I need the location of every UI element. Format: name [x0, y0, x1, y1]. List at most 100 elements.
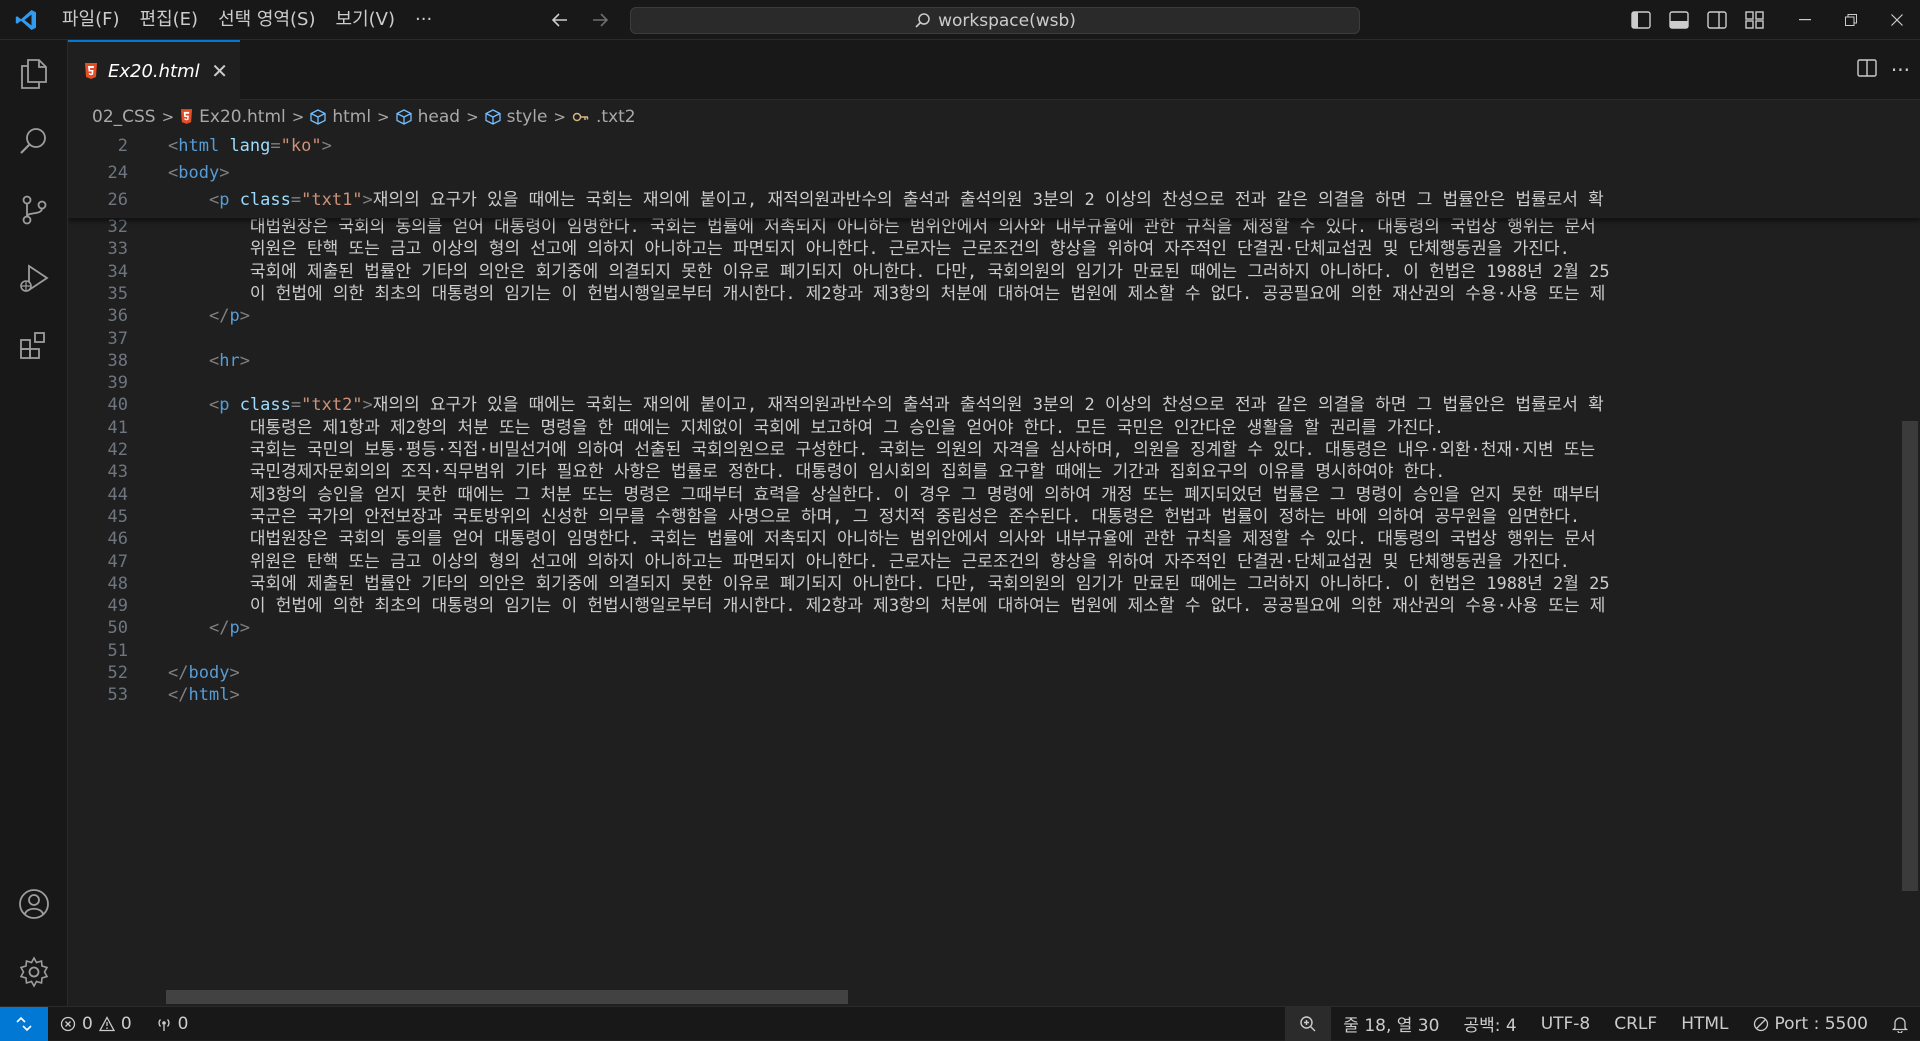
code-token: 이 헌법에 의한 최초의 대통령의 임기는 이 헌법시행일로부터 개시한다. 제… — [168, 283, 1606, 304]
code-line[interactable]: </p> — [168, 617, 250, 639]
minimize-icon[interactable] — [1782, 0, 1828, 40]
line-number: 50 — [107, 618, 128, 639]
explorer-icon[interactable] — [0, 40, 68, 108]
menu-edit[interactable]: 편집(E) — [130, 0, 209, 40]
restore-icon[interactable] — [1828, 0, 1874, 40]
line-number: 44 — [107, 484, 128, 505]
code-line[interactable]: 국회에 제출된 법률안 기타의 의안은 회기중에 의결되지 못한 이유로 폐기되… — [168, 573, 1610, 595]
code-line[interactable]: <p class="txt1">재의의 요구가 있을 때에는 국회는 재의에 붙… — [168, 187, 1604, 214]
breadcrumb-folder[interactable]: 02_CSS — [92, 107, 156, 127]
vertical-scrollbar-thumb[interactable] — [1902, 421, 1918, 891]
vertical-scrollbar-track[interactable] — [1902, 133, 1920, 1006]
customize-layout-icon[interactable] — [1736, 0, 1774, 40]
code-line[interactable]: 대법원장은 국회의 동의를 얻어 대통령이 임명한다. 국회는 법률에 저촉되지… — [168, 216, 1596, 238]
symbol-cube-icon — [310, 108, 326, 125]
tab-ex20-html[interactable]: Ex20.html ✕ — [68, 40, 240, 100]
code-line[interactable]: 대법원장은 국회의 동의를 얻어 대통령이 임명한다. 국회는 법률에 저촉되지… — [168, 528, 1596, 550]
code-line[interactable]: <body> — [168, 160, 229, 187]
breadcrumb-file[interactable]: Ex20.html — [180, 107, 286, 127]
indentation[interactable]: 공백: 4 — [1451, 1007, 1528, 1041]
breadcrumb-html[interactable]: html — [310, 107, 371, 127]
zoom-icon[interactable] — [1285, 1006, 1332, 1041]
code-token: > — [219, 163, 230, 183]
breadcrumb-head[interactable]: head — [395, 107, 460, 127]
code-token: 재의의 요구가 있을 때에는 국회는 재의에 붙이고, 재적의원과반수의 출석과… — [372, 190, 1604, 210]
horizontal-scrollbar[interactable] — [166, 990, 848, 1004]
code-token: 국회는 국민의 보통·평등·직접·비밀선거에 의하여 선출된 국회의원으로 구성… — [168, 440, 1596, 460]
code-token: </ — [208, 306, 230, 327]
code-line[interactable]: 제3항의 승인을 얻지 못한 때에는 그 처분 또는 명령은 그때부터 효력을 … — [168, 484, 1600, 506]
code-token: p — [219, 190, 240, 210]
block-icon — [1753, 1016, 1768, 1031]
code-token: < — [168, 163, 179, 183]
broadcast-icon — [158, 1018, 170, 1031]
code-token: = — [290, 395, 302, 416]
code-line[interactable]: <hr> — [168, 350, 250, 372]
line-number: 46 — [107, 529, 128, 550]
code-token: </ — [208, 618, 230, 639]
html5-file-icon — [181, 109, 193, 124]
command-center-search[interactable]: workspace(wsb) — [630, 7, 1360, 34]
editor-tab-bar: Ex20.html ✕ ··· — [68, 40, 1920, 100]
language-mode[interactable]: HTML — [1669, 1007, 1740, 1041]
more-actions-icon[interactable]: ··· — [1891, 58, 1910, 82]
line-number: 36 — [107, 306, 128, 327]
code-line[interactable]: </html> — [168, 684, 240, 706]
code-line[interactable]: 위원은 탄핵 또는 금고 이상의 형의 선고에 의하지 아니하고는 파면되지 아… — [168, 238, 1580, 260]
accounts-icon[interactable] — [0, 870, 68, 938]
code-line[interactable]: 이 헌법에 의한 최초의 대통령의 임기는 이 헌법시행일로부터 개시한다. 제… — [168, 283, 1606, 305]
search-view-icon[interactable] — [0, 108, 68, 176]
code-line[interactable]: 이 헌법에 의한 최초의 대통령의 임기는 이 헌법시행일로부터 개시한다. 제… — [168, 595, 1606, 617]
remote-indicator-icon[interactable] — [0, 1006, 48, 1041]
code-lines[interactable]: <html lang="ko"> <body> <p class="txt1">재… — [168, 133, 1894, 1006]
run-and-debug-icon[interactable] — [0, 244, 68, 312]
code-line[interactable]: 국회에 제출된 법률안 기타의 의안은 회기중에 의결되지 못한 이유로 폐기되… — [168, 261, 1610, 283]
code-line[interactable]: </p> — [168, 305, 250, 327]
menu-view[interactable]: 보기(V) — [326, 0, 405, 40]
code-line[interactable]: 대통령은 제1항과 제2항의 처분 또는 명령을 한 때에는 지체없이 국회에 … — [168, 417, 1444, 439]
forward-arrow-icon[interactable] — [585, 5, 615, 35]
source-control-icon[interactable] — [0, 176, 68, 244]
tab-close-icon[interactable]: ✕ — [211, 59, 228, 83]
breadcrumb-style[interactable]: style — [485, 107, 547, 127]
code-line[interactable]: </body> — [168, 662, 240, 684]
code-token: > — [362, 395, 373, 416]
toggle-primary-sidebar-icon[interactable] — [1622, 0, 1660, 40]
menu-file[interactable]: 파일(F) — [52, 0, 130, 40]
breadcrumb-selector[interactable]: .txt2 — [572, 107, 636, 127]
code-line[interactable]: <html lang="ko"> — [168, 133, 332, 160]
split-editor-icon[interactable] — [1857, 59, 1877, 81]
tab-label: Ex20.html — [108, 60, 200, 82]
file-encoding[interactable]: UTF-8 — [1529, 1007, 1603, 1041]
code-line[interactable]: 국회는 국민의 보통·평등·직접·비밀선거에 의하여 선출된 국회의원으로 구성… — [168, 439, 1595, 461]
end-of-line[interactable]: CRLF — [1602, 1007, 1669, 1041]
line-number: 24 — [107, 163, 128, 183]
line-number: 41 — [107, 417, 128, 438]
menu-selection[interactable]: 선택 영역(S) — [208, 0, 325, 40]
code-line[interactable]: 국군은 국가의 안전보장과 국토방위의 신성한 의무를 수행함을 사명으로 하며… — [168, 506, 1580, 528]
cursor-position[interactable]: 줄 18, 열 30 — [1331, 1007, 1451, 1041]
menu-more[interactable]: ··· — [405, 0, 442, 40]
code-token: 위원은 탄핵 또는 금고 이상의 형의 선고에 의하지 아니하고는 파면되지 아… — [168, 551, 1581, 572]
code-token: > — [239, 618, 250, 639]
toggle-secondary-sidebar-icon[interactable] — [1698, 0, 1736, 40]
code-token: > — [321, 136, 332, 156]
menu-bar: 파일(F) 편집(E) 선택 영역(S) 보기(V) ··· — [52, 0, 442, 40]
notifications-bell-icon[interactable] — [1880, 1007, 1920, 1041]
back-arrow-icon[interactable] — [545, 5, 575, 35]
code-token: 대법원장은 국회의 동의를 얻어 대통령이 임명한다. 국회는 법률에 저촉되지… — [168, 529, 1596, 550]
code-line[interactable]: <p class="txt2">재의의 요구가 있을 때에는 국회는 재의에 붙… — [168, 394, 1604, 416]
code-token: </ — [168, 685, 189, 706]
code-line[interactable]: 위원은 탄핵 또는 금고 이상의 형의 선고에 의하지 아니하고는 파면되지 아… — [168, 551, 1580, 573]
settings-gear-icon[interactable] — [0, 938, 68, 1006]
live-server-port[interactable]: Port : 5500 — [1741, 1007, 1881, 1041]
extensions-icon[interactable] — [0, 312, 68, 380]
code-token: < — [208, 350, 220, 371]
code-editor[interactable]: 2 24 26 32 33 34 35 36 37 38 39 40 41 42 43 44 45 46 47 48 4… — [68, 133, 1920, 1006]
problems-indicator[interactable]: 0 0 — [48, 1007, 144, 1041]
ports-indicator[interactable]: 0 — [144, 1007, 201, 1041]
close-window-icon[interactable] — [1874, 0, 1920, 40]
toggle-panel-icon[interactable] — [1660, 0, 1698, 40]
code-line[interactable]: 국민경제자문회의의 조직·직무범위 기타 필요한 사항은 법률로 정한다. 대통… — [168, 461, 1445, 483]
